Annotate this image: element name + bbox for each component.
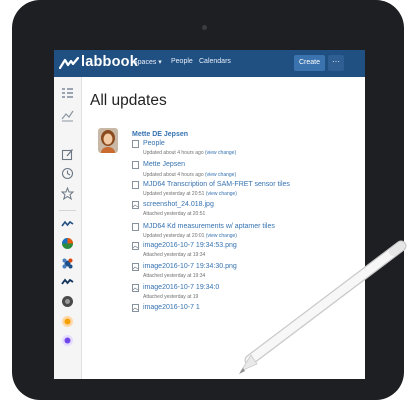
feed-item-title[interactable]: People <box>143 140 165 147</box>
activity-icon[interactable] <box>61 109 74 122</box>
more-button[interactable]: ··· <box>328 55 344 71</box>
nav-people[interactable]: People <box>171 58 193 65</box>
image-attachment-icon <box>132 304 139 312</box>
labbook-logo-icon[interactable] <box>59 57 79 70</box>
app-name[interactable]: labbook <box>81 54 138 70</box>
labbook-space-icon[interactable] <box>61 218 74 231</box>
create-button[interactable]: Create <box>294 55 325 71</box>
view-change-link[interactable]: (view change) <box>205 172 236 178</box>
nav-spaces[interactable]: Spaces ▾ <box>133 58 162 66</box>
feed-item-title[interactable]: Mette Jepsen <box>143 161 185 168</box>
image-attachment-icon <box>132 284 139 292</box>
feed-item-meta: Updated about 4 hours ago (view change) <box>143 150 237 156</box>
feed-item-meta: Updated about 4 hours ago (view change) <box>143 172 237 178</box>
feed-item-meta: Updated yesterday at 20:51 (view change) <box>143 191 237 197</box>
feed-item-title[interactable]: screenshot_24.018.jpg <box>143 201 214 208</box>
image-attachment-icon <box>132 263 139 271</box>
view-change-link[interactable]: (view change) <box>205 150 236 156</box>
page-icon <box>132 181 139 189</box>
feed-item-meta: Attached yesterday at 20:51 <box>143 211 206 217</box>
page-title: All updates <box>90 92 167 109</box>
avatar[interactable] <box>98 128 118 153</box>
stylus-pencil <box>239 240 407 374</box>
image-attachment-icon <box>132 242 139 250</box>
user-avatar-icon <box>98 128 118 153</box>
author-name[interactable]: Mette DE Jepsen <box>132 131 188 138</box>
sidebar-divider <box>59 210 76 211</box>
purple-space-icon[interactable] <box>61 334 74 347</box>
sidebar <box>54 77 82 379</box>
page-icon <box>132 223 139 231</box>
view-change-link[interactable]: (view change) <box>206 191 237 197</box>
dark-space-icon[interactable] <box>61 276 74 289</box>
blue-flower-space-icon[interactable] <box>61 257 74 270</box>
feed-item-meta: Attached yesterday at 19:34 <box>143 252 206 258</box>
camera-dot <box>202 25 207 30</box>
star-icon[interactable] <box>61 187 74 200</box>
menu-icon[interactable] <box>61 86 74 99</box>
top-navigation-bar: labbook Spaces ▾ People Calendars Create… <box>54 50 365 77</box>
feed-item-meta: Attached yesterday at 19 <box>143 294 199 300</box>
feed-item-title[interactable]: MJD64 Transcription of SAM-FRET sensor t… <box>143 181 290 188</box>
colorful-space-icon[interactable] <box>61 237 74 250</box>
feed-item-title[interactable]: image2016-10-7 1 <box>143 304 200 311</box>
nav-calendars[interactable]: Calendars <box>199 58 231 65</box>
orange-space-icon[interactable] <box>61 315 74 328</box>
edit-icon[interactable] <box>61 148 74 161</box>
image-attachment-icon <box>132 201 139 209</box>
page-icon <box>132 161 139 169</box>
clock-icon[interactable] <box>61 167 74 180</box>
feed-item-meta: Attached yesterday at 19:34 <box>143 273 206 279</box>
page-icon <box>132 140 139 148</box>
gear-space-icon[interactable] <box>61 295 74 308</box>
